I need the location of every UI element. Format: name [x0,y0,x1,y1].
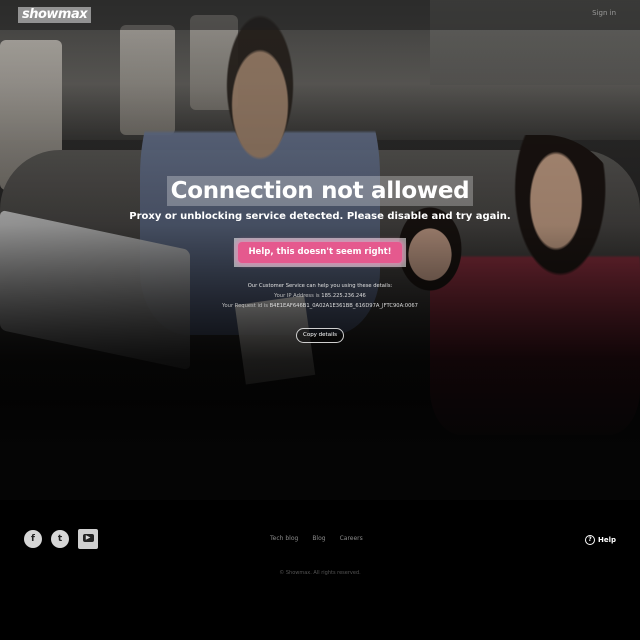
youtube-icon[interactable]: ▶ [78,529,98,549]
help-button-container: Help, this doesn't seem right! [0,238,640,267]
help-button-frame: Help, this doesn't seem right! [234,238,406,267]
ip-address-line: Your IP Address is 185.225.236.246 [0,293,640,299]
error-subtitle: Proxy or unblocking service detected. Pl… [129,211,511,222]
page-title: Connection not allowed [166,176,474,206]
footer-help-link[interactable]: ? Help [584,535,616,545]
top-navbar: showmax Sign in [0,0,640,30]
facebook-icon[interactable]: f [24,530,42,548]
ip-address-label: Your IP Address is [274,293,320,299]
footer-links: Tech blog Blog Careers [270,535,363,542]
sign-in-link[interactable]: Sign in [592,9,616,17]
footer-link-blog[interactable]: Blog [312,535,325,542]
youtube-play-glyph: ▶ [82,533,94,542]
ip-address-value: 185.225.236.246 [321,293,366,299]
showmax-logo[interactable]: showmax [18,7,92,23]
page: showmax Sign in Connection not allowed P… [0,0,640,640]
help-not-right-button[interactable]: Help, this doesn't seem right! [238,242,402,263]
footer: f t ▶ Tech blog Blog Careers ? Help © Sh… [0,500,640,640]
copyright-text: © Showmax. All rights reserved. [279,570,361,576]
title-container: Connection not allowed [0,176,640,206]
footer-help-label: Help [597,536,616,544]
footer-link-careers[interactable]: Careers [340,535,363,542]
question-mark-icon: ? [584,535,595,545]
copy-details-container: Copy details [0,321,640,343]
request-id-value: B4E1EAF646B1_0A02A1E361BB_616D97A_JFTC90… [269,303,418,309]
request-id-label: Your Request id is [222,303,268,309]
request-id-line: Your Request id is B4E1EAF646B1_0A02A1E3… [0,303,640,309]
twitter-icon[interactable]: t [51,530,69,548]
social-links: f t ▶ [24,529,98,549]
footer-link-tech-blog[interactable]: Tech blog [270,535,298,542]
customer-service-text: Our Customer Service can help you using … [247,283,393,289]
copy-details-button[interactable]: Copy details [295,328,345,343]
